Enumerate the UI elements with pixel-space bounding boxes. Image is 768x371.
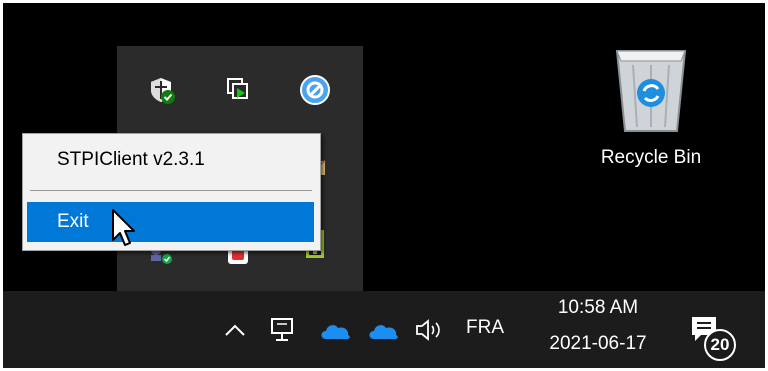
menu-item-label: Exit bbox=[57, 211, 89, 232]
desktop: STPIClient v2.3.1 Exit Recycle Bin FRA 1… bbox=[3, 3, 765, 368]
onedrive-cloud-icon[interactable] bbox=[316, 315, 354, 345]
menu-item-label: STPIClient v2.3.1 bbox=[57, 149, 205, 170]
recycle-bin-label: Recycle Bin bbox=[600, 147, 702, 168]
recycle-bin-icon bbox=[615, 50, 687, 132]
notification-count-badge: 20 bbox=[704, 329, 736, 361]
recycle-bin-desktop-icon[interactable]: Recycle Bin bbox=[581, 41, 721, 181]
menu-item-app-version[interactable]: STPIClient v2.3.1 bbox=[27, 140, 314, 180]
network-icon[interactable] bbox=[266, 313, 300, 347]
clock-date[interactable]: 2021-06-17 bbox=[533, 333, 663, 355]
volume-icon[interactable] bbox=[411, 313, 447, 347]
mouse-cursor-icon bbox=[112, 209, 135, 246]
menu-separator bbox=[30, 190, 312, 191]
menu-item-exit[interactable]: Exit bbox=[27, 202, 314, 242]
clock-time[interactable]: 10:58 AM bbox=[533, 297, 663, 319]
input-language-indicator[interactable]: FRA bbox=[466, 317, 504, 339]
onedrive-cloud-icon[interactable] bbox=[364, 315, 402, 345]
security-shield-icon[interactable] bbox=[144, 73, 178, 107]
remote-screen-icon[interactable] bbox=[221, 73, 255, 107]
taskbar: FRA 10:58 AM 2021-06-17 20 bbox=[3, 291, 765, 368]
show-hidden-chevron-icon[interactable] bbox=[220, 315, 250, 345]
context-menu: STPIClient v2.3.1 Exit bbox=[22, 133, 321, 251]
blue-circle-app-icon[interactable] bbox=[298, 73, 332, 107]
